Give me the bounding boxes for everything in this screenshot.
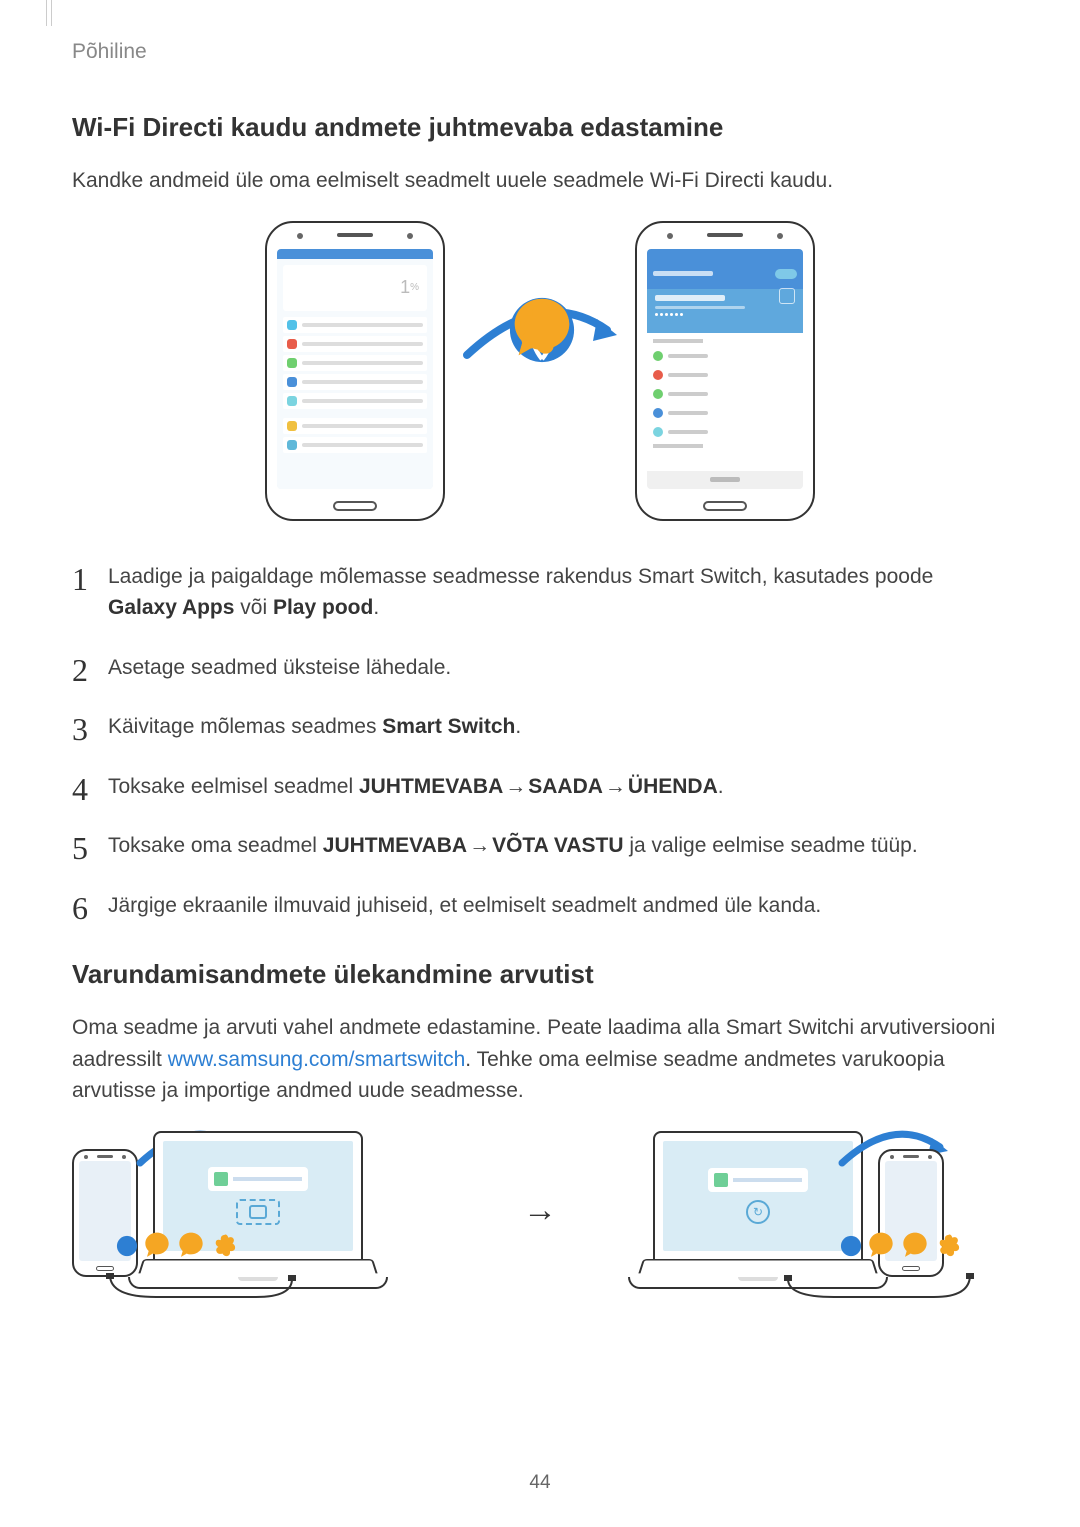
step-3: Käivitage mõlemas seadmes Smart Switch. xyxy=(72,711,1008,743)
figure-wifi-direct: 1% xyxy=(72,221,1008,521)
step-5: Toksake oma seadmel JUHTMEVABA→VÕTA VAST… xyxy=(72,830,1008,862)
illustration-new-phone xyxy=(635,221,815,521)
contact-icon xyxy=(535,368,571,404)
smartswitch-link[interactable]: www.samsung.com/smartswitch xyxy=(168,1048,466,1071)
data-icons-cluster xyxy=(840,1201,964,1261)
chat-icon xyxy=(142,1231,172,1261)
page-number: 44 xyxy=(529,1469,550,1498)
chat-icon xyxy=(495,368,531,404)
cable-icon xyxy=(106,1273,296,1303)
illustration-backup-group xyxy=(72,1131,452,1291)
steps-list: Laadige ja paigaldage mõlemasse seadmess… xyxy=(72,561,1008,922)
page-content: Wi-Fi Directi kaudu andmete juhtmevaba e… xyxy=(72,108,1008,1291)
figure-computer-transfer: → ↻ xyxy=(72,1131,1008,1291)
chat-icon xyxy=(866,1231,896,1261)
step-1: Laadige ja paigaldage mõlemasse seadmess… xyxy=(72,561,1008,624)
globe-icon xyxy=(840,1235,862,1257)
data-icons-cluster xyxy=(469,368,611,404)
step-4: Toksake eelmisel seadmel JUHTMEVABA→SAAD… xyxy=(72,771,1008,803)
globe-icon xyxy=(116,1235,138,1257)
page-tab-marker xyxy=(46,0,52,26)
arrow-right-icon: → xyxy=(510,1185,570,1236)
step-2: Asetage seadmed üksteise lähedale. xyxy=(72,652,1008,684)
illustration-restore-group: ↻ xyxy=(628,1131,1008,1291)
section2-paragraph: Oma seadme ja arvuti vahel andmete edast… xyxy=(72,1012,1008,1107)
section1-lead: Kandke andmeid üle oma eelmiselt seadmel… xyxy=(72,165,1008,197)
contact-icon xyxy=(900,1231,930,1261)
section2-title: Varundamisandmete ülekandmine arvutist xyxy=(72,955,1008,994)
contact-icon xyxy=(176,1231,206,1261)
flower-icon xyxy=(934,1231,964,1261)
data-icons-cluster xyxy=(116,1201,240,1261)
transfer-arrow-icon xyxy=(475,331,605,411)
cable-icon xyxy=(784,1273,974,1303)
breadcrumb: Põhiline xyxy=(72,36,147,68)
illustration-old-phone: 1% xyxy=(265,221,445,521)
step-6: Järgige ekraanile ilmuvaid juhiseid, et … xyxy=(72,890,1008,922)
section1-title: Wi-Fi Directi kaudu andmete juhtmevaba e… xyxy=(72,108,1008,147)
globe-icon xyxy=(469,375,491,397)
flower-icon xyxy=(210,1231,240,1261)
flower-icon xyxy=(575,368,611,404)
